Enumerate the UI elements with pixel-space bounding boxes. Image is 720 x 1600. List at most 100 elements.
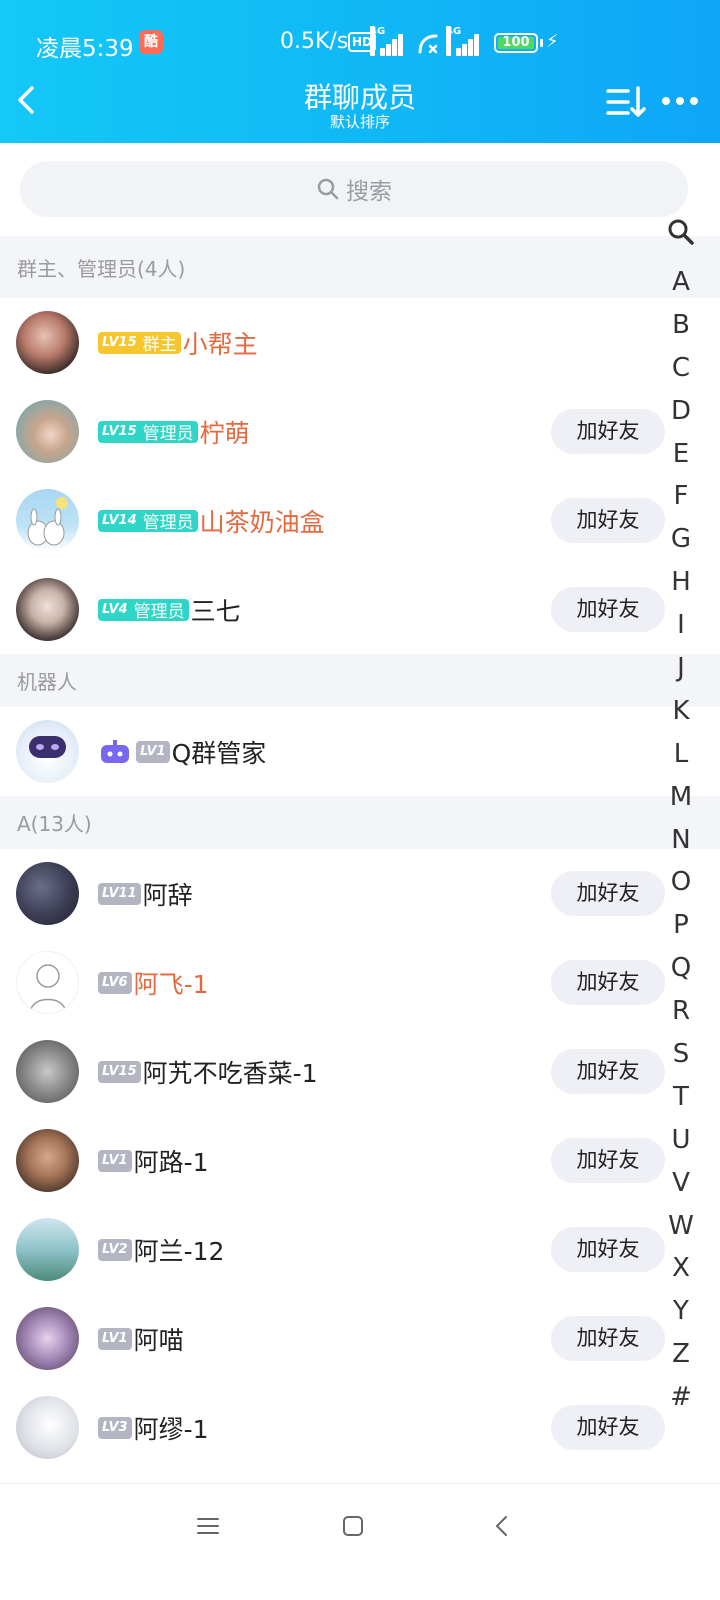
- avatar[interactable]: [16, 1218, 79, 1281]
- index-letter[interactable]: B: [662, 304, 700, 347]
- avatar[interactable]: [16, 489, 79, 552]
- index-letter[interactable]: U: [662, 1119, 700, 1162]
- sort-icon[interactable]: [606, 84, 646, 120]
- avatar[interactable]: [16, 720, 79, 783]
- member-name: 三七: [190, 596, 241, 626]
- robot-icon: [101, 739, 129, 763]
- index-letter[interactable]: Z: [662, 1333, 700, 1376]
- index-letter[interactable]: F: [662, 475, 700, 518]
- add-friend-button[interactable]: 加好友: [551, 498, 665, 543]
- section-header-bots: 机器人: [0, 654, 720, 707]
- index-letter[interactable]: J: [662, 647, 700, 690]
- avatar[interactable]: [16, 400, 79, 463]
- index-letter[interactable]: K: [662, 690, 700, 733]
- level-badge: LV11: [98, 882, 141, 905]
- avatar[interactable]: [16, 1129, 79, 1192]
- index-letter[interactable]: G: [662, 518, 700, 561]
- member-row[interactable]: LV14 管理员 山茶奶油盒 加好友: [0, 476, 720, 565]
- member-row[interactable]: LV15 群主 小帮主: [0, 298, 720, 387]
- index-letter[interactable]: C: [662, 347, 700, 390]
- member-row-bot[interactable]: LV1 Q群管家: [0, 707, 720, 796]
- avatar[interactable]: [16, 862, 79, 925]
- search-input[interactable]: 搜索: [20, 161, 688, 217]
- member-row[interactable]: LV11 阿辞 加好友: [0, 849, 720, 938]
- add-friend-button[interactable]: 加好友: [551, 1049, 665, 1094]
- level-badge: LV14 管理员: [98, 509, 198, 533]
- bunny-avatar-icon: [27, 497, 68, 546]
- index-letter[interactable]: O: [662, 861, 700, 904]
- avatar[interactable]: [16, 311, 79, 374]
- status-bar: 凌晨5:39 酷 0.5K/s HD 4G 4G 100 ⚡: [0, 26, 720, 62]
- index-letter[interactable]: T: [662, 1076, 700, 1119]
- level-badge: LV4 管理员: [98, 598, 189, 622]
- header: 凌晨5:39 酷 0.5K/s HD 4G 4G 100 ⚡ 群聊成员 默认排序: [0, 0, 720, 143]
- member-name: 阿辞: [142, 880, 193, 910]
- add-friend-button[interactable]: 加好友: [551, 1316, 665, 1361]
- member-row[interactable]: LV2 阿兰-12 加好友: [0, 1205, 720, 1294]
- index-letter[interactable]: V: [662, 1162, 700, 1205]
- level-badge: LV15: [98, 1060, 141, 1083]
- more-icon[interactable]: [660, 90, 700, 112]
- member-name: 阿艽不吃香菜-1: [142, 1058, 318, 1088]
- level-badge: LV1: [98, 1327, 132, 1350]
- member-name: 阿喵: [133, 1325, 184, 1355]
- member-name: 山茶奶油盒: [199, 507, 325, 537]
- index-letter[interactable]: D: [662, 390, 700, 433]
- search-placeholder: 搜索: [346, 179, 392, 205]
- sketch-avatar-icon: [30, 964, 66, 1011]
- battery-icon: 100: [494, 33, 538, 53]
- section-header-admins: 群主、管理员(4人): [0, 236, 720, 298]
- index-letter[interactable]: P: [662, 904, 700, 947]
- index-search-icon[interactable]: [667, 218, 695, 246]
- add-friend-button[interactable]: 加好友: [551, 587, 665, 632]
- index-letter[interactable]: Q: [662, 947, 700, 990]
- index-letter[interactable]: E: [662, 433, 700, 476]
- app-notification-icon: 酷: [139, 30, 163, 54]
- level-badge: LV1: [98, 1149, 132, 1172]
- avatar[interactable]: [16, 578, 79, 641]
- system-nav-bar: [0, 1483, 720, 1600]
- member-row[interactable]: LV6 阿飞-1 加好友: [0, 938, 720, 1027]
- member-row[interactable]: LV15 阿艽不吃香菜-1 加好友: [0, 1027, 720, 1116]
- member-name: 阿缪-1: [133, 1414, 209, 1444]
- index-letter[interactable]: H: [662, 561, 700, 604]
- index-letter[interactable]: S: [662, 1033, 700, 1076]
- index-letter[interactable]: #: [662, 1376, 700, 1419]
- avatar[interactable]: [16, 1040, 79, 1103]
- search-icon: [317, 178, 339, 200]
- add-friend-button[interactable]: 加好友: [551, 1405, 665, 1450]
- index-letter[interactable]: Y: [662, 1290, 700, 1333]
- avatar[interactable]: [16, 1396, 79, 1459]
- home-icon[interactable]: [341, 1514, 365, 1538]
- add-friend-button[interactable]: 加好友: [551, 409, 665, 454]
- member-name: 阿路-1: [133, 1147, 209, 1177]
- avatar[interactable]: [16, 1307, 79, 1370]
- back-nav-icon[interactable]: [490, 1514, 514, 1538]
- robot-avatar-icon: [29, 736, 66, 758]
- menu-icon[interactable]: [196, 1514, 220, 1538]
- member-row[interactable]: LV15 管理员 柠萌 加好友: [0, 387, 720, 476]
- index-letter[interactable]: L: [662, 733, 700, 776]
- index-letter[interactable]: W: [662, 1205, 700, 1248]
- add-friend-button[interactable]: 加好友: [551, 1227, 665, 1272]
- index-letter[interactable]: X: [662, 1247, 700, 1290]
- index-letter[interactable]: R: [662, 990, 700, 1033]
- index-letter[interactable]: A: [662, 261, 700, 304]
- member-row[interactable]: LV3 阿缪-1 加好友: [0, 1383, 720, 1472]
- add-friend-button[interactable]: 加好友: [551, 960, 665, 1005]
- member-row[interactable]: LV4 管理员 三七 加好友: [0, 565, 720, 654]
- level-badge: LV15 群主: [98, 331, 181, 355]
- index-letter[interactable]: M: [662, 776, 700, 819]
- index-letter[interactable]: N: [662, 819, 700, 862]
- index-letter[interactable]: I: [662, 604, 700, 647]
- add-friend-button[interactable]: 加好友: [551, 1138, 665, 1183]
- avatar[interactable]: [16, 951, 79, 1014]
- add-friend-button[interactable]: 加好友: [551, 871, 665, 916]
- status-time: 凌晨5:39: [36, 36, 134, 62]
- member-name: 小帮主: [182, 329, 258, 359]
- member-row[interactable]: LV1 阿路-1 加好友: [0, 1116, 720, 1205]
- member-row[interactable]: LV1 阿喵 加好友: [0, 1294, 720, 1383]
- member-name: 阿飞-1: [133, 969, 209, 999]
- hd-call-icon: [418, 34, 438, 54]
- signal-icon: 4G: [370, 26, 404, 56]
